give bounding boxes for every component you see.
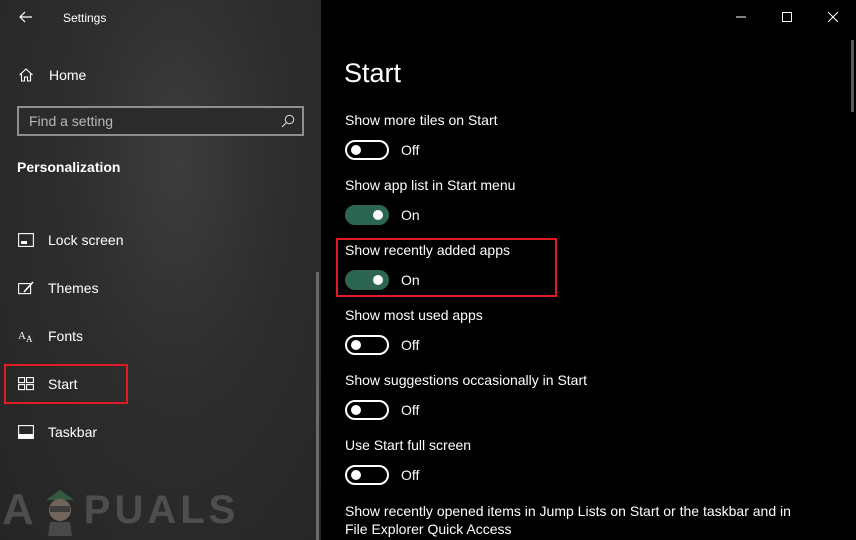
main-content: Start Show more tiles on Start Off Show … [321,0,856,540]
window-controls [718,0,856,34]
close-icon [828,12,838,22]
maximize-button[interactable] [764,0,810,34]
watermark-mascot-icon [45,490,74,536]
watermark-text: PUALS [83,487,240,532]
home-icon [19,68,33,82]
app-list-toggle[interactable] [345,205,389,225]
fonts-icon: AA [18,328,34,344]
setting-jump-lists: Show recently opened items in Jump Lists… [345,502,815,538]
toggle-state: On [401,207,420,223]
setting-full-screen: Use Start full screen Off [345,436,825,486]
taskbar-icon [18,424,34,440]
setting-more-tiles: Show more tiles on Start Off [345,111,825,161]
recently-added-highlight-box [336,238,557,297]
sidebar-item-label: Taskbar [48,424,98,440]
setting-app-list: Show app list in Start menu On [345,176,825,226]
setting-most-used: Show most used apps Off [345,306,825,356]
most-used-toggle[interactable] [345,335,389,355]
sidebar-scrollbar[interactable] [316,272,319,540]
sidebar-item-label: Fonts [48,328,84,344]
start-highlight-box [4,364,128,404]
toggle-knob [351,405,361,415]
toggle-state: Off [401,402,420,418]
back-arrow-icon [19,11,32,23]
sidebar-item-label: Themes [48,280,99,296]
sidebar-item-themes[interactable]: Themes [0,268,321,308]
setting-label: Use Start full screen [345,437,472,453]
suggestions-toggle[interactable] [345,400,389,420]
setting-label: Show most used apps [345,307,483,323]
svg-text:A: A [26,334,33,344]
toggle-state: Off [401,467,420,483]
toggle-state: Off [401,142,420,158]
maximize-icon [782,12,792,22]
setting-label: Show app list in Start menu [345,177,516,193]
search-placeholder: Find a setting [29,113,114,129]
sidebar: Settings Home Find a setting Personaliza… [0,0,321,540]
toggle-state: Off [401,337,420,353]
toggle-knob [373,210,383,220]
section-title: Personalization [17,159,121,175]
minimize-icon [736,16,746,18]
back-button[interactable] [14,6,38,28]
sidebar-item-lock-screen[interactable]: Lock screen [0,220,321,260]
svg-text:A: A [18,330,26,342]
home-nav-item[interactable]: Home [18,64,86,86]
more-tiles-toggle[interactable] [345,140,389,160]
appuals-watermark: A PUALS [2,480,239,540]
minimize-button[interactable] [718,0,764,34]
setting-suggestions: Show suggestions occasionally in Start O… [345,371,825,421]
close-button[interactable] [810,0,856,34]
search-input[interactable]: Find a setting [17,106,304,136]
toggle-knob [351,340,361,350]
themes-icon [18,280,34,296]
title-bar: Settings [0,0,321,36]
full-screen-toggle[interactable] [345,465,389,485]
sidebar-item-fonts[interactable]: AA Fonts [0,316,321,356]
setting-label: Show recently opened items in Jump Lists… [345,503,791,537]
main-scrollbar[interactable] [851,40,854,112]
lock-screen-icon [18,232,34,248]
sidebar-item-taskbar[interactable]: Taskbar [0,412,321,452]
setting-label: Show more tiles on Start [345,112,498,128]
sidebar-item-label: Lock screen [48,232,124,248]
watermark-letter: A [2,485,36,534]
toggle-knob [351,145,361,155]
app-title: Settings [63,11,107,25]
page-title: Start [344,58,402,88]
setting-label: Show suggestions occasionally in Start [345,372,588,388]
search-icon[interactable] [280,113,296,129]
toggle-knob [351,470,361,480]
home-label: Home [49,67,87,83]
